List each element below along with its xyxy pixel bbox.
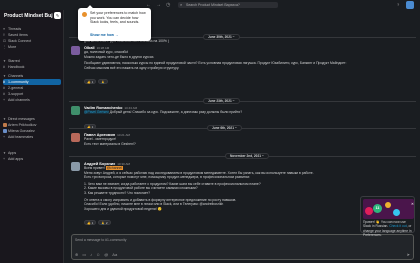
video-icon[interactable]: ▭ — [82, 252, 86, 257]
avatar[interactable] — [71, 106, 80, 115]
user-avatar[interactable] — [406, 1, 414, 9]
history-clock-icon[interactable]: ◷ — [166, 2, 170, 8]
sidebar-item-label: Threads — [8, 27, 22, 31]
search-input[interactable]: ⌕ Search Product Mindset Вархиса? — [178, 2, 278, 8]
close-icon[interactable]: ✕ — [411, 202, 414, 206]
message-text: Есть тест материалы в Geshen!? — [84, 141, 136, 146]
history-nav: ← → ◷ — [146, 2, 170, 8]
section-label: Apps — [8, 151, 17, 155]
lightbulb-icon — [82, 12, 87, 17]
add-apps-button[interactable]: + Add apps — [3, 156, 61, 162]
sidebar-item-label: 3-support — [8, 92, 24, 96]
send-icon[interactable]: ➤ — [407, 252, 410, 257]
sidebar-item-label: 1-community — [8, 80, 29, 84]
date-label[interactable]: November 2nd, 2021 ~ — [225, 153, 269, 159]
workspace-name[interactable]: Product Mindset Buj — [4, 13, 53, 19]
reaction-pray[interactable]: 🙏 — [98, 79, 108, 85]
sidebar: Product Mindset Buj ⌄ ✎ ≡ Threads ⌑ Saved … — [0, 10, 64, 263]
format-icon[interactable]: Aa — [112, 252, 117, 257]
sidebar-item-label: Saved items — [8, 33, 28, 37]
sidebar-item-label: 2-general — [8, 86, 24, 90]
decorative-blob — [385, 202, 391, 208]
mic-icon[interactable]: ♪ — [90, 252, 92, 257]
composer-placeholder[interactable]: Send a message to #1-community — [75, 238, 126, 242]
avatar — [3, 123, 7, 128]
channel-mention[interactable]: @channel — [105, 166, 124, 170]
popover-text: Set your preferences to match how you wo… — [90, 11, 146, 25]
user-mention[interactable]: @Pavel Gertsev — [84, 110, 109, 114]
reaction-thumbs-up[interactable]: 👍 1 — [84, 79, 97, 85]
sidebar-item-label: Slack Connect — [8, 39, 32, 43]
plus-icon[interactable]: ⊕ — [75, 252, 78, 257]
sidebar-item-label: Add apps — [8, 157, 24, 161]
language-promo-card: 11 ✕ Привет! 👋 You can now use Slack in … — [360, 196, 415, 237]
sidebar-item-handbook[interactable]: # Handbook — [3, 64, 61, 70]
sidebar-item-label: More — [8, 45, 17, 49]
help-icon[interactable]: ? — [397, 2, 399, 7]
badge-bubble: 11 — [373, 204, 382, 213]
message-text: Есть три вопроса, которые помогут мне, п… — [84, 175, 251, 180]
decorative-blob — [365, 207, 373, 215]
add-channels-button[interactable]: + Add channels — [3, 97, 61, 103]
emoji-icon[interactable]: ☺ — [96, 252, 100, 257]
top-bar: ← → ◷ ⌕ Search Product Mindset Вархиса? … — [0, 0, 420, 10]
reaction-pray[interactable]: 🙏 2 — [98, 220, 111, 226]
message-text: 3. Как решаете трудности? Что помогает? — [84, 190, 151, 195]
promo-illustration: 11 ✕ — [363, 199, 414, 219]
date-label[interactable]: June 6th, 2021 ~ — [207, 125, 242, 131]
avatar — [3, 129, 7, 134]
sidebar-item-label: Add teammates — [8, 135, 34, 139]
message-text-span: Добрый день! Спасибо за курс. Подскажите… — [108, 110, 243, 114]
date-label[interactable]: June 30th, 2021 ~ — [203, 34, 240, 40]
reaction-thumbs-up[interactable]: 👍 1 — [84, 220, 97, 226]
date-divider — [69, 101, 416, 102]
at-icon[interactable]: @ — [104, 252, 108, 257]
section-label: Channels — [8, 74, 24, 78]
show-me-how-link[interactable]: Show me how → — [90, 33, 119, 37]
date-label[interactable]: June 23th, 2021 ~ — [203, 98, 240, 104]
search-placeholder: Search Product Mindset Вархиса? — [186, 3, 240, 7]
message-item: Olball 16:28 AM да, полезный курс, спасиб… — [71, 46, 414, 94]
sidebar-item-label: Milena Gonzalez — [8, 129, 35, 133]
message-time[interactable]: 10:21 AM — [117, 133, 130, 137]
message-item: Павел Арзтомин 10:21 AM Pavel - иметпроду… — [71, 133, 414, 149]
message-text-span: Всем привет! — [84, 166, 106, 170]
preferences-popover: Set your preferences to match how you wo… — [78, 5, 151, 41]
date-divider — [69, 128, 416, 129]
composer-toolbar: ⊕ ▭ ♪ ☺ @ Aa — [75, 252, 117, 257]
compose-button[interactable]: ✎ — [54, 12, 61, 19]
section-label: Direct messages — [8, 117, 35, 121]
sidebar-item-label: Add channels — [8, 98, 30, 102]
avatar[interactable] — [71, 46, 80, 55]
sidebar-item-label: Artem Prikhodkov — [8, 123, 37, 127]
sidebar-item-label: Handbook — [8, 65, 25, 69]
compose-icon: ✎ — [55, 13, 60, 18]
forward-arrow-icon[interactable]: → — [156, 2, 161, 8]
message-composer[interactable]: Send a message to #1-community ⊕ ▭ ♪ ☺ @… — [71, 234, 414, 260]
message-item: Vadim Romanchenko 10:43 AM @Pavel Gertsev… — [71, 106, 414, 129]
section-label: Starred — [8, 59, 20, 63]
add-teammates-button[interactable]: + Add teammates — [3, 134, 61, 140]
decorative-blob — [393, 209, 400, 216]
message-text: @Pavel Gertsev Добрый день! Спасибо за к… — [84, 110, 414, 115]
chevron-down-icon[interactable]: ⌄ — [49, 13, 52, 18]
message-text: Сейчас мыслим всё это нажать на одну стр… — [84, 65, 180, 70]
search-icon: ⌕ — [180, 2, 183, 7]
avatar[interactable] — [71, 133, 80, 142]
avatar[interactable] — [71, 162, 80, 171]
promo-text: Привет! 👋 You can now use Slack in Russi… — [363, 220, 412, 237]
message-text: Можно задать чего-де было в других курса… — [84, 54, 155, 59]
sidebar-item-more[interactable]: ⋮More — [3, 44, 61, 50]
